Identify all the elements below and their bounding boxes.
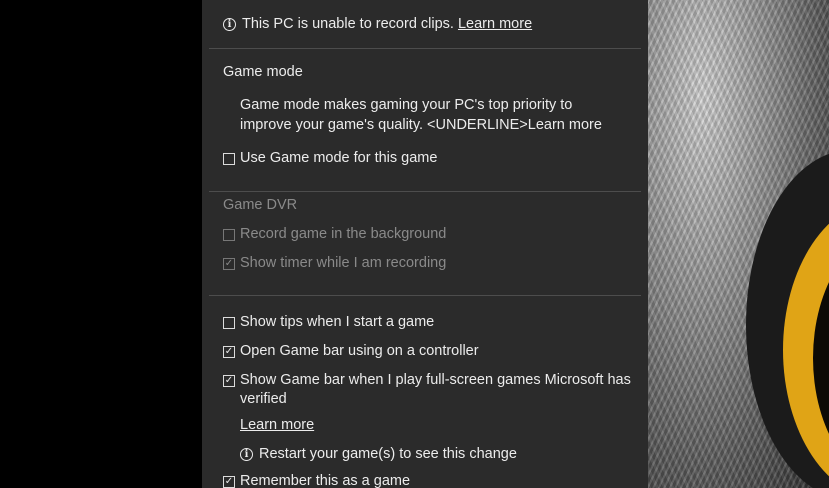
game-mode-heading: Game mode — [223, 64, 303, 80]
show-tips-checkbox[interactable] — [223, 317, 235, 329]
show-game-bar-fullscreen-label-line2[interactable]: verified — [240, 391, 287, 407]
restart-notice: i Restart your game(s) to see this change — [240, 446, 517, 462]
open-game-bar-controller-checkbox[interactable]: ✓ — [223, 346, 235, 358]
owl-wallpaper-image — [648, 0, 829, 488]
info-icon: i — [223, 18, 236, 31]
game-bar-settings-panel: i This PC is unable to record clips. Lear… — [202, 0, 648, 488]
open-game-bar-controller-label[interactable]: Open Game bar using on a controller — [240, 343, 479, 359]
record-background-checkbox[interactable] — [223, 229, 235, 241]
record-background-label[interactable]: Record game in the background — [240, 226, 446, 242]
game-mode-checkbox-label[interactable]: Use Game mode for this game — [240, 150, 437, 166]
game-mode-checkbox[interactable] — [223, 153, 235, 165]
game-dvr-heading: Game DVR — [223, 197, 298, 213]
divider — [209, 191, 641, 192]
show-game-bar-fullscreen-label-line1[interactable]: Show Game bar when I play full-screen ga… — [240, 372, 631, 388]
show-timer-label[interactable]: Show timer while I am recording — [240, 255, 446, 271]
info-icon: i — [240, 448, 253, 461]
record-notice-text: This PC is unable to record clips. — [242, 16, 454, 32]
game-mode-description-line2: improve your game's quality. <UNDERLINE>… — [240, 117, 602, 133]
desktop-background-left — [0, 0, 202, 488]
remember-game-checkbox[interactable]: ✓ — [223, 476, 235, 488]
restart-notice-text: Restart your game(s) to see this change — [259, 446, 517, 462]
fullscreen-learn-more-link[interactable]: Learn more — [240, 417, 314, 433]
show-timer-checkbox[interactable]: ✓ — [223, 258, 235, 270]
notice-learn-more-link[interactable]: Learn more — [458, 16, 532, 32]
divider — [209, 295, 641, 296]
show-tips-label[interactable]: Show tips when I start a game — [240, 314, 434, 330]
divider — [209, 48, 641, 49]
show-game-bar-fullscreen-checkbox[interactable]: ✓ — [223, 375, 235, 387]
game-mode-description-line1: Game mode makes gaming your PC's top pri… — [240, 97, 573, 113]
record-notice: i This PC is unable to record clips. Lear… — [223, 16, 532, 32]
remember-game-label[interactable]: Remember this as a game — [240, 473, 410, 488]
